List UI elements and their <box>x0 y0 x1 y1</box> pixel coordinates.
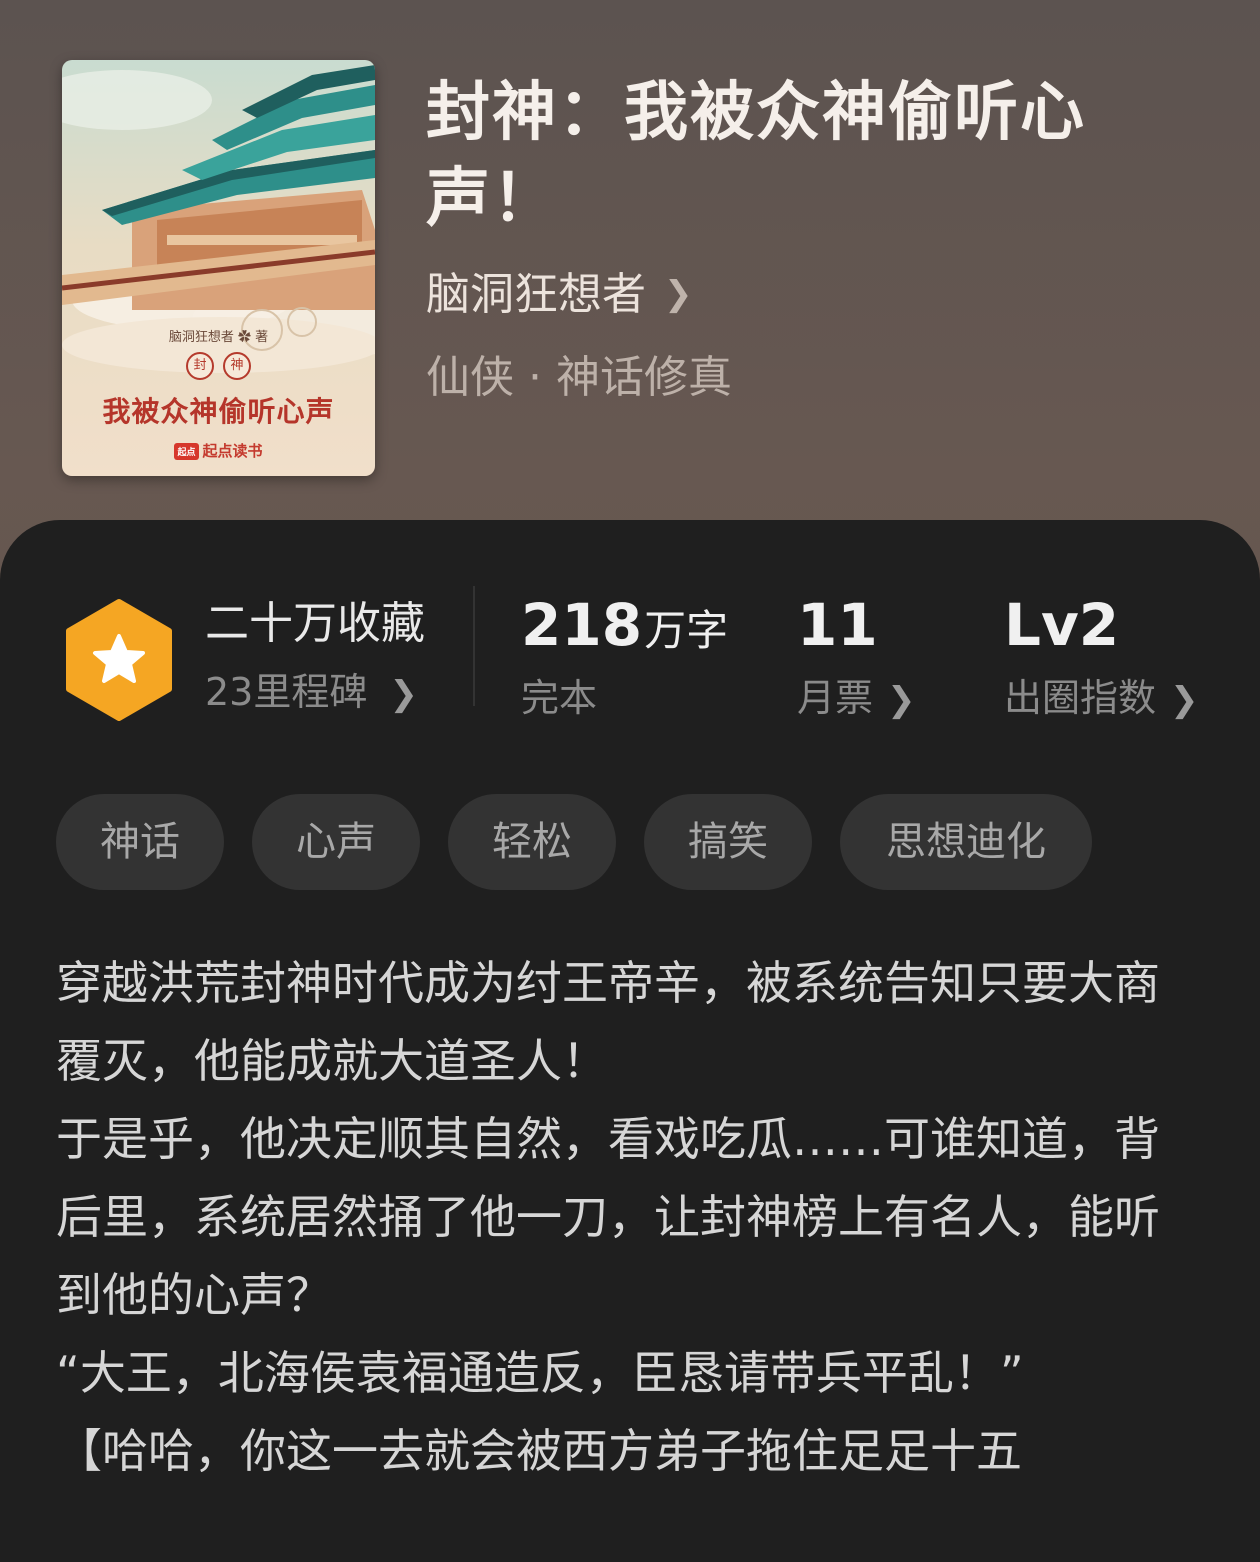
book-header: 脑洞狂想者 ✿ 著 封 神 我被众神偷听心声 起点 起点读书 封神：我被众神偷听心… <box>0 0 1260 540</box>
cover-seals: 封 神 <box>62 352 375 380</box>
book-detail-panel: 二十万收藏 23里程碑 ❯ 218万字 完本 11 月票 ❯ Lv2 出圈指数 ❯ 神… <box>0 520 1260 1562</box>
author-name: 脑洞狂想者 <box>426 269 646 320</box>
word-count-value: 218 <box>521 591 643 659</box>
publisher-logo-icon: 起点 <box>174 443 199 460</box>
chevron-right-icon: ❯ <box>389 674 418 714</box>
cover-author-line: 脑洞狂想者 ✿ 著 <box>168 330 269 345</box>
popularity-index-label: 出圈指数 <box>1004 676 1157 720</box>
chevron-right-icon: ❯ <box>1170 680 1199 720</box>
popularity-level-value: Lv2 <box>1004 591 1120 659</box>
chevron-right-icon: ❯ <box>887 680 916 720</box>
description-paragraph: 于是乎，他决定顺其自然，看戏吃瓜……可谁知道，背后里，系统居然捅了他一刀，让封神… <box>56 1112 1160 1322</box>
cover-seal-1: 封 <box>185 352 214 380</box>
tag-chip[interactable]: 心声 <box>252 794 420 890</box>
milestones-label: 23里程碑 <box>205 670 368 714</box>
publisher-name: 起点读书 <box>202 442 263 460</box>
book-description[interactable]: 穿越洪荒封神时代成为纣王帝辛，被系统告知只要大商覆灭，他能成就大道圣人！ 于是乎… <box>56 944 1196 1490</box>
book-genre: 仙侠 · 神话修真 <box>426 352 732 403</box>
tag-chip[interactable]: 轻松 <box>448 794 616 890</box>
monthly-tickets-value: 11 <box>797 591 878 659</box>
word-count-unit: 万字 <box>644 606 729 655</box>
tag-chip[interactable]: 神话 <box>56 794 224 890</box>
book-cover[interactable]: 脑洞狂想者 ✿ 著 封 神 我被众神偷听心声 起点 起点读书 <box>62 60 375 476</box>
cover-seal-2: 神 <box>223 352 252 380</box>
description-paragraph: 【哈哈，你这一去就会被西方弟子拖住足足十五 <box>56 1424 1022 1478</box>
favorites-label: 二十万收藏 <box>205 598 425 649</box>
tag-chip[interactable]: 思想迪化 <box>840 794 1092 890</box>
description-paragraph: 穿越洪荒封神时代成为纣王帝辛，被系统告知只要大商覆灭，他能成就大道圣人！ <box>56 956 1160 1088</box>
popularity-index-link[interactable]: 出圈指数 ❯ <box>1004 672 1199 726</box>
monthly-tickets-link[interactable]: 月票 ❯ <box>797 672 916 726</box>
milestones-link[interactable]: 23里程碑 ❯ <box>205 664 418 722</box>
monthly-tickets-label: 月票 <box>797 676 874 720</box>
completion-status: 完本 <box>521 676 598 720</box>
book-title: 封神：我被众神偷听心声！ <box>426 75 1086 236</box>
cover-publisher: 起点 起点读书 <box>62 440 375 461</box>
star-hexagon-icon <box>66 599 172 721</box>
stats-divider <box>473 586 475 706</box>
cover-title: 我被众神偷听心声 <box>102 395 335 428</box>
chevron-right-icon: ❯ <box>664 274 693 314</box>
word-count: 218万字 <box>521 588 728 668</box>
tag-chip[interactable]: 搞笑 <box>644 794 812 890</box>
author-link[interactable]: 脑洞狂想者 ❯ <box>426 262 693 327</box>
description-paragraph: “大王，北海侯袁福通造反，臣恳请带兵平乱！” <box>56 1346 1024 1400</box>
